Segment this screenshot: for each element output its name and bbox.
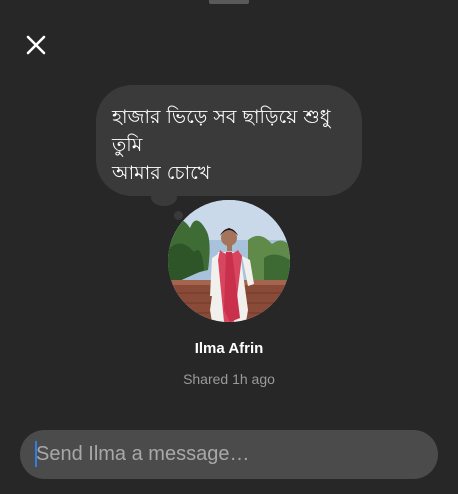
shared-time: Shared 1h ago	[183, 371, 275, 387]
message-input[interactable]	[20, 430, 438, 479]
note-bubble-tail-dot	[174, 211, 183, 220]
profile-photo	[168, 200, 290, 322]
note-text-line-1: হাজার ভিড়ে সব ছাড়িয়ে শুধু তুমি	[112, 106, 331, 156]
profile-name: Ilma Afrin	[194, 340, 264, 357]
close-icon	[26, 35, 45, 54]
note-bubble-tail	[151, 189, 177, 206]
text-caret	[35, 441, 37, 467]
sheet-drag-handle[interactable]	[209, 0, 249, 4]
note-text-line-2: আমার চোখে	[112, 162, 211, 184]
close-button[interactable]	[22, 31, 49, 58]
note-text: হাজার ভিড়ে সব ছাড়িয়ে শুধু তুমি আমার চ…	[112, 103, 346, 187]
note-bubble: হাজার ভিড়ে সব ছাড়িয়ে শুধু তুমি আমার চ…	[96, 85, 362, 196]
avatar[interactable]	[168, 200, 290, 322]
